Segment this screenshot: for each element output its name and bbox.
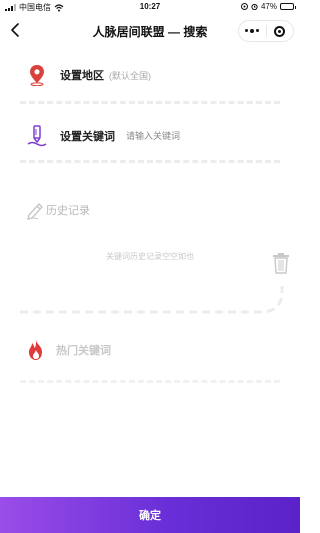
- divider: [20, 160, 280, 163]
- history-title: 历史记录: [46, 205, 90, 217]
- region-label: 设置地区: [60, 70, 104, 82]
- hot-title: 热门关键词: [56, 345, 111, 357]
- hot-header: 热门关键词: [26, 339, 111, 361]
- keyword-row: 设置关键词: [26, 125, 274, 147]
- alarm-icon: [251, 3, 258, 10]
- history-header: 历史记录: [26, 200, 90, 220]
- more-button[interactable]: [239, 21, 266, 41]
- close-mini-program-button[interactable]: [267, 21, 294, 41]
- target-circle-icon: [274, 25, 286, 37]
- history-pen-icon: [27, 202, 43, 220]
- battery-icon: [280, 3, 296, 10]
- region-default-hint: (默认全国): [109, 70, 151, 81]
- divider: [20, 101, 280, 104]
- status-right: 47%: [240, 2, 296, 11]
- fire-icon: [29, 340, 42, 360]
- more-dots-icon: [245, 29, 260, 33]
- history-dashed-border: [20, 286, 284, 314]
- battery-percent: 47%: [260, 2, 277, 11]
- keyword-input[interactable]: [126, 131, 236, 141]
- divider: [20, 380, 280, 383]
- confirm-button[interactable]: 确定: [0, 497, 300, 533]
- location-status-icon: [240, 3, 248, 10]
- mini-program-capsule: [238, 20, 294, 42]
- status-bar: 中国电信 10:27 47%: [0, 0, 300, 14]
- map-pin-icon: [26, 64, 48, 86]
- nav-bar: 人脉居间联盟 — 搜索: [0, 14, 300, 48]
- keyword-label: 设置关键词: [60, 131, 115, 143]
- region-row[interactable]: 设置地区 (默认全国): [26, 64, 274, 86]
- keyword-pen-icon: [26, 125, 48, 147]
